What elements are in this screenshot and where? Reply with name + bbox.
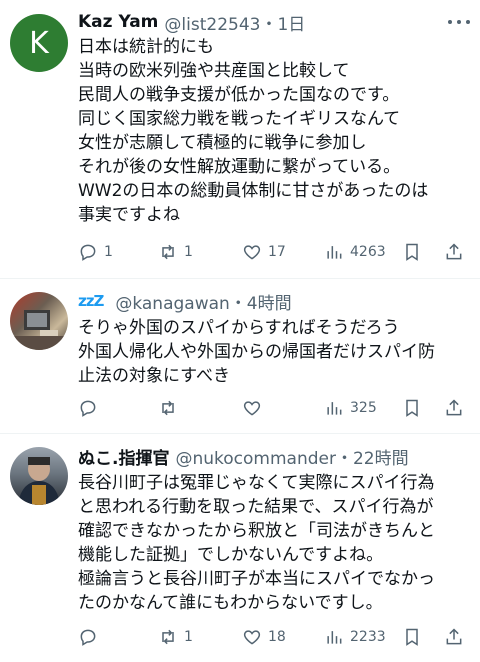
text-line: 極論言うと長谷川町子が本当にスパイでなかっ <box>78 569 435 589</box>
views-button[interactable]: 325 <box>324 398 377 418</box>
like-button[interactable] <box>242 398 268 418</box>
views-icon <box>327 402 342 415</box>
reply-icon <box>80 629 96 646</box>
views-button[interactable]: 2233 <box>324 627 386 647</box>
display-name[interactable]: ぬこ.指揮官 <box>78 444 169 469</box>
repost-button[interactable] <box>158 398 184 418</box>
reply-button[interactable] <box>78 398 104 418</box>
tweet-3[interactable]: ぬこ.指揮官 @nukocommander・22時間 長谷川町子は冤罪じゃなくて… <box>0 434 480 662</box>
avatar[interactable]: K <box>10 14 68 72</box>
bookmark-icon <box>406 243 418 261</box>
bookmark-button[interactable] <box>402 242 422 262</box>
views-count: 325 <box>350 400 377 416</box>
repost-count: 1 <box>184 244 193 260</box>
views-button[interactable]: 4263 <box>324 242 386 262</box>
like-count: 17 <box>268 244 286 260</box>
tweet-text: 日本は統計的にも 当時の欧米列強や共産国と比較して 民間人の戦争支援が低かった国… <box>78 35 472 227</box>
text-line: 確認できなかったから釈放と「司法がきちんと <box>78 521 435 541</box>
more-options-icon[interactable] <box>448 12 470 32</box>
like-button[interactable]: 18 <box>242 627 286 647</box>
text-line: 同じく国家総力戦を戦ったイギリスなんて <box>78 109 401 129</box>
reply-icon <box>80 244 96 261</box>
text-line: 民間人の戦争支援が低かった国なのです。 <box>78 85 400 105</box>
avatar-photo-icon <box>10 310 68 350</box>
tweet-1[interactable]: K Kaz Yam @list22543・1日 日本は統計的にも 当時の欧米列強… <box>0 0 480 278</box>
name-prefix: zzZ <box>78 292 104 310</box>
text-line: WW2の日本の総動員体制に甘さがあったのは <box>78 181 429 201</box>
text-line: そりゃ外国のスパイからすればそうだろう <box>78 318 400 338</box>
reply-count: 1 <box>104 244 113 260</box>
text-line: 日本は統計的にも <box>78 37 214 57</box>
bookmark-button[interactable] <box>402 398 422 418</box>
repost-icon <box>162 629 174 645</box>
tweet-header: ぬこ.指揮官 @nukocommander・22時間 <box>78 443 470 469</box>
handle-time[interactable]: @kanagawan・4時間 <box>115 289 291 314</box>
repost-button[interactable]: 1 <box>158 627 193 647</box>
action-bar: 1 1 17 4263 <box>78 240 470 264</box>
share-icon <box>446 243 462 260</box>
text-line: それが後の女性解放運動に繋がっている。 <box>78 157 401 177</box>
repost-count: 1 <box>184 629 193 645</box>
text-line: 女性が志願して積極的に戦争に参加し <box>78 133 367 153</box>
bookmark-icon <box>406 399 418 417</box>
avatar[interactable] <box>10 447 68 505</box>
text-line: と思われる行動を取った結果で、スパイ行為が <box>78 497 434 517</box>
avatar-photo-icon <box>18 457 60 505</box>
repost-button[interactable]: 1 <box>158 242 193 262</box>
share-button[interactable] <box>444 398 464 418</box>
heart-icon <box>243 245 261 260</box>
text-line: 事実ですよね <box>78 205 180 225</box>
heart-icon <box>243 401 261 416</box>
views-icon <box>327 631 342 644</box>
text-line: 当時の欧米列強や共産国と比較して <box>78 61 350 81</box>
reply-icon <box>80 400 96 417</box>
tweet-text: そりゃ外国のスパイからすればそうだろう 外国人帰化人や外国からの帰国者だけスパイ… <box>78 316 472 388</box>
views-icon <box>327 246 342 259</box>
action-bar: 1 18 2233 <box>78 625 470 649</box>
tweet-2[interactable]: zzZ @kanagawan・4時間 そりゃ外国のスパイからすればそうだろう 外… <box>0 279 480 433</box>
share-icon <box>446 628 462 645</box>
tweet-text: 長谷川町子は冤罪じゃなくて実際にスパイ行為 と思われる行動を取った結果で、スパイ… <box>78 471 472 615</box>
repost-icon <box>162 244 174 260</box>
text-line: 長谷川町子は冤罪じゃなくて実際にスパイ行為 <box>78 473 435 493</box>
text-line: 機能した証拠」でしかないんですよね。 <box>78 545 384 565</box>
handle-time[interactable]: @list22543・1日 <box>164 10 305 35</box>
views-count: 4263 <box>350 244 386 260</box>
repost-icon <box>162 400 174 416</box>
bookmark-icon <box>406 628 418 646</box>
like-count: 18 <box>268 629 286 645</box>
bookmark-button[interactable] <box>402 627 422 647</box>
text-line: たのかなんて誰にもわからないですし。 <box>78 593 383 613</box>
share-button[interactable] <box>444 627 464 647</box>
share-icon <box>446 399 462 416</box>
reply-button[interactable] <box>78 627 104 647</box>
share-button[interactable] <box>444 242 464 262</box>
display-name[interactable]: Kaz Yam <box>78 12 158 32</box>
avatar[interactable] <box>10 292 68 350</box>
handle-time[interactable]: @nukocommander・22時間 <box>175 444 408 469</box>
tweet-header: Kaz Yam @list22543・1日 <box>78 9 470 35</box>
tweet-header: zzZ @kanagawan・4時間 <box>78 288 470 314</box>
views-count: 2233 <box>350 629 386 645</box>
like-button[interactable]: 17 <box>242 242 286 262</box>
reply-button[interactable]: 1 <box>78 242 113 262</box>
action-bar: 325 <box>78 396 470 420</box>
text-line: 外国人帰化人や外国からの帰国者だけスパイ防 <box>78 342 435 362</box>
avatar-letter: K <box>29 25 49 61</box>
heart-icon <box>243 630 261 645</box>
text-line: 止法の対象にすべき <box>78 366 230 386</box>
